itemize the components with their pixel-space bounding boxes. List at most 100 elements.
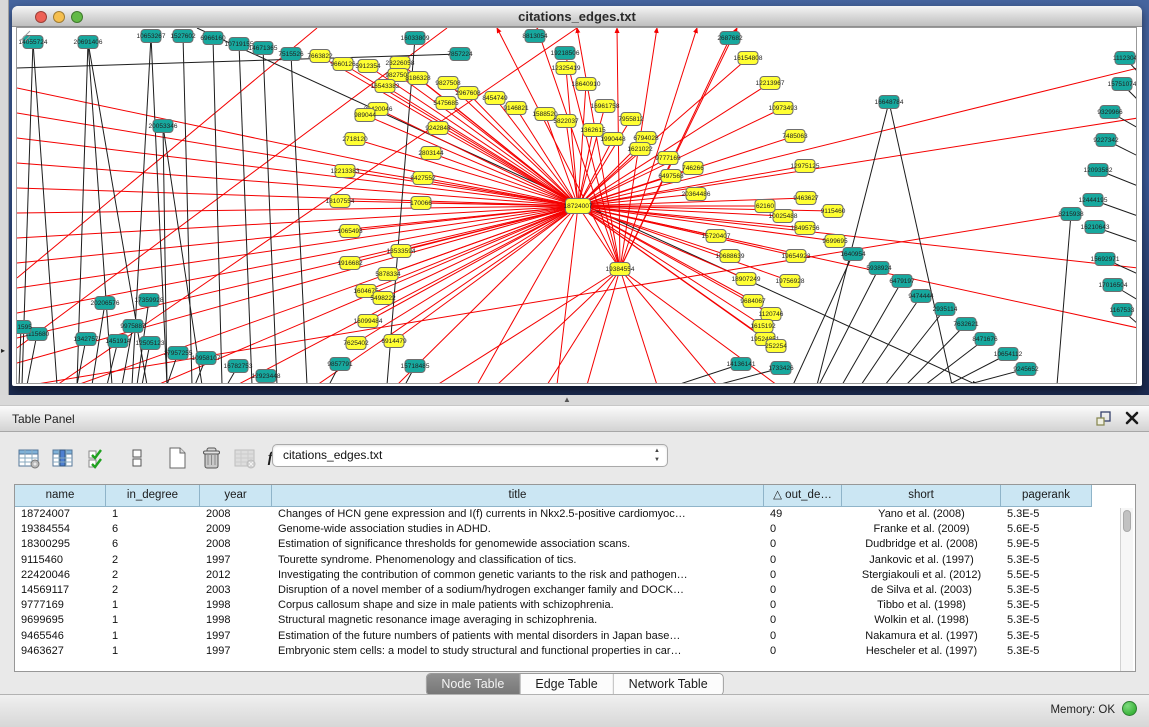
graph-node[interactable]: 9242848: [425, 122, 451, 135]
graph-node[interactable]: 20691406: [74, 36, 103, 49]
graph-node[interactable]: 5878334: [375, 268, 401, 281]
graph-node[interactable]: 16033809: [401, 32, 430, 45]
graph-node[interactable]: 20206576: [91, 297, 120, 310]
graph-node[interactable]: 18640910: [572, 78, 601, 91]
graph-node[interactable]: 12505123: [136, 337, 165, 350]
graph-node[interactable]: 16961758: [591, 100, 620, 113]
table-row[interactable]: 1872400712008Changes of HCN gene express…: [15, 507, 1135, 522]
resize-grip-icon[interactable]: [17, 28, 31, 42]
graph-node[interactable]: 1362615: [580, 124, 606, 137]
graph-node[interactable]: 9699695: [822, 235, 848, 248]
graph-node[interactable]: 15718485: [401, 360, 430, 373]
table-row[interactable]: 977716911998Corpus callosum shape and si…: [15, 598, 1135, 613]
memory-status-icon[interactable]: [1122, 701, 1137, 716]
column-header-short[interactable]: short: [842, 485, 1001, 507]
graph-node[interactable]: 7625402: [343, 337, 369, 350]
column-header-out_de[interactable]: △ out_de…: [764, 485, 842, 507]
graph-node[interactable]: 9227342: [1093, 134, 1119, 147]
graph-node[interactable]: 7663822: [307, 50, 333, 63]
graph-node[interactable]: 9463627: [793, 192, 819, 205]
horizontal-splitter[interactable]: ▲: [0, 395, 1149, 405]
float-panel-icon[interactable]: [1096, 410, 1113, 426]
graph-node[interactable]: 9329966: [1097, 106, 1123, 119]
network-canvas[interactable]: 1872400719384554766382296601265912354232…: [16, 27, 1137, 384]
column-header-title[interactable]: title: [272, 485, 764, 507]
graph-node[interactable]: 1342757: [73, 333, 99, 346]
graph-node[interactable]: 9660126: [330, 58, 356, 71]
graph-node[interactable]: 1733426: [768, 362, 794, 375]
graph-node[interactable]: 1527602: [170, 30, 196, 43]
graph-node[interactable]: 15751074: [1108, 78, 1137, 91]
graph-node[interactable]: 989044: [354, 109, 376, 122]
row-selection-icon[interactable]: [82, 444, 112, 472]
graph-node[interactable]: 14671365: [249, 42, 278, 55]
graph-node[interactable]: 9827508: [435, 77, 461, 90]
graph-node[interactable]: 12213383: [331, 165, 360, 178]
graph-node[interactable]: 2803144: [418, 147, 444, 160]
graph-node[interactable]: 16099484: [354, 315, 383, 328]
graph-node[interactable]: 20364486: [682, 188, 711, 201]
table-row[interactable]: 911546021997Tourette syndrome. Phenomeno…: [15, 553, 1135, 568]
graph-node[interactable]: 2967608: [455, 87, 481, 100]
graph-node[interactable]: 23226058: [386, 57, 415, 70]
graph-node[interactable]: 14136141: [727, 358, 756, 371]
graph-node[interactable]: 1640954: [840, 248, 866, 261]
graph-node[interactable]: 19654923: [782, 250, 811, 263]
scrollbar-thumb[interactable]: [1123, 510, 1131, 532]
graph-node[interactable]: 12444195: [1079, 194, 1108, 207]
graph-node[interactable]: 1167533: [1110, 304, 1135, 317]
graph-node[interactable]: 8454749: [482, 92, 508, 105]
graph-node[interactable]: 5912354: [355, 60, 381, 73]
table-row[interactable]: 1456911722003Disruption of a novel membe…: [15, 583, 1135, 598]
graph-node[interactable]: 9474444: [908, 290, 934, 303]
graph-node[interactable]: 8427552: [410, 172, 436, 185]
graph-node[interactable]: 1621022: [627, 143, 653, 156]
graph-node[interactable]: 7857224: [447, 48, 473, 61]
graph-node[interactable]: 20053346: [149, 120, 178, 133]
graph-node[interactable]: 16782753: [224, 360, 253, 373]
graph-node[interactable]: 18107554: [326, 195, 355, 208]
graph-node[interactable]: 19756928: [776, 275, 805, 288]
graph-node[interactable]: 2718120: [342, 133, 368, 146]
graph-node[interactable]: 19218506: [551, 47, 580, 60]
vertical-scrollbar[interactable]: [1120, 508, 1133, 671]
graph-node[interactable]: 9684067: [740, 295, 766, 308]
table-row[interactable]: 969969511998Structural magnetic resonanc…: [15, 613, 1135, 628]
graph-node[interactable]: 5822037: [553, 115, 579, 128]
graph-node[interactable]: 1451914: [105, 335, 131, 348]
graph-node[interactable]: 10654112: [994, 348, 1023, 361]
graph-node[interactable]: 12975125: [791, 160, 820, 173]
graph-node[interactable]: 9146821: [503, 102, 529, 115]
graph-node[interactable]: 5498222: [370, 292, 396, 305]
graph-node[interactable]: 16648784: [875, 96, 904, 109]
graph-node[interactable]: 8813054: [522, 30, 548, 43]
graph-node[interactable]: 7955812: [618, 113, 644, 126]
tab-network-table[interactable]: Network Table: [614, 674, 723, 695]
splitter-handle-icon[interactable]: ▲: [563, 395, 571, 404]
graph-node[interactable]: 1065493: [337, 225, 363, 238]
graph-node[interactable]: 9115460: [821, 205, 846, 218]
graph-node[interactable]: 2935114: [933, 303, 958, 316]
graph-node[interactable]: 10688639: [716, 250, 745, 263]
graph-node[interactable]: 13533594: [387, 245, 416, 258]
table-row[interactable]: 1830029562008Estimation of significance …: [15, 537, 1135, 552]
graph-node[interactable]: 252254: [765, 340, 787, 353]
delete-trash-icon[interactable]: [196, 444, 226, 472]
graph-node[interactable]: 9975887: [120, 320, 146, 333]
table-select-dropdown[interactable]: citations_edges.txt ▲▼: [272, 444, 668, 467]
table-row[interactable]: 946362711997Embryonic stem cells: a mode…: [15, 644, 1135, 659]
graph-node[interactable]: 8471676: [972, 333, 998, 346]
graph-node[interactable]: 1916682: [337, 257, 363, 270]
network-window-titlebar[interactable]: citations_edges.txt: [12, 6, 1142, 27]
graph-node[interactable]: 7515526: [278, 48, 304, 61]
graph-node[interactable]: 6479197: [889, 275, 915, 288]
table-row[interactable]: 946554611997Estimation of the future num…: [15, 629, 1135, 644]
graph-node[interactable]: 7632621: [953, 318, 979, 331]
graph-node[interactable]: 2687682: [717, 32, 743, 45]
column-header-in_degree[interactable]: in_degree: [106, 485, 200, 507]
table-settings-icon[interactable]: [14, 444, 44, 472]
graph-node[interactable]: 7485063: [782, 130, 808, 143]
graph-node[interactable]: 6914479: [381, 335, 407, 348]
column-header-year[interactable]: year: [200, 485, 272, 507]
graph-node[interactable]: 16210643: [1081, 221, 1110, 234]
